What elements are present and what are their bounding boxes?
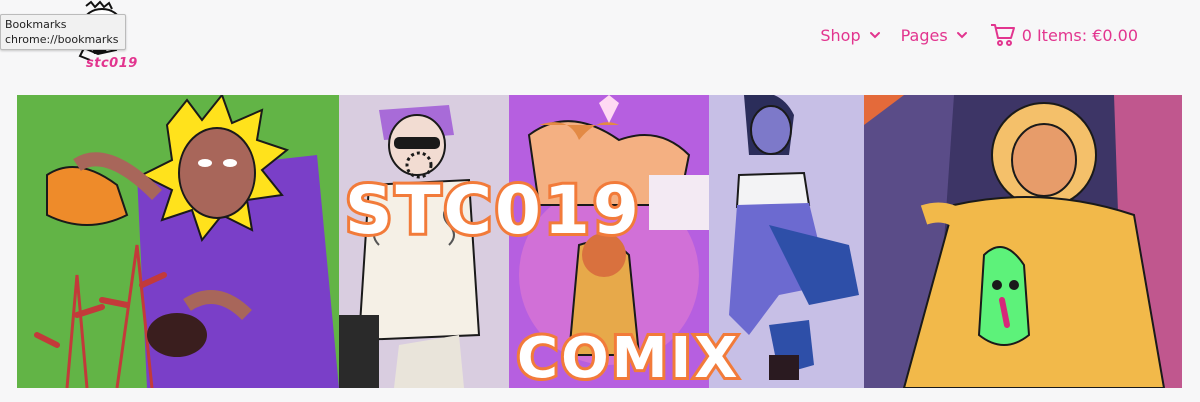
banner-title-line1: STC019	[345, 172, 642, 249]
nav-pages[interactable]: Pages	[901, 26, 968, 45]
banner-title-overlay: STC019 COMIX	[342, 169, 740, 388]
hero-banner[interactable]: STC019 COMIX	[17, 95, 1182, 388]
shopping-cart-icon	[990, 24, 1015, 46]
chevron-down-icon	[869, 32, 880, 39]
nav-shop[interactable]: Shop	[820, 26, 880, 45]
banner-title-line2: COMIX	[517, 326, 740, 388]
main-navigation: Shop Pages 0 Items: €0.00	[820, 24, 1138, 46]
tooltip-url: chrome://bookmarks	[5, 33, 119, 46]
chevron-down-icon	[956, 32, 967, 39]
tooltip-title: Bookmarks	[5, 18, 67, 31]
logo-wordmark: stc019	[86, 56, 138, 71]
bookmarks-tooltip: Bookmarks chrome://bookmarks	[0, 14, 126, 50]
nav-pages-label: Pages	[900, 25, 948, 45]
cart-link[interactable]: 0 Items: €0.00	[990, 23, 1138, 47]
nav-shop-label: Shop	[820, 25, 861, 45]
cart-summary: 0 Items: €0.00	[1021, 25, 1138, 45]
